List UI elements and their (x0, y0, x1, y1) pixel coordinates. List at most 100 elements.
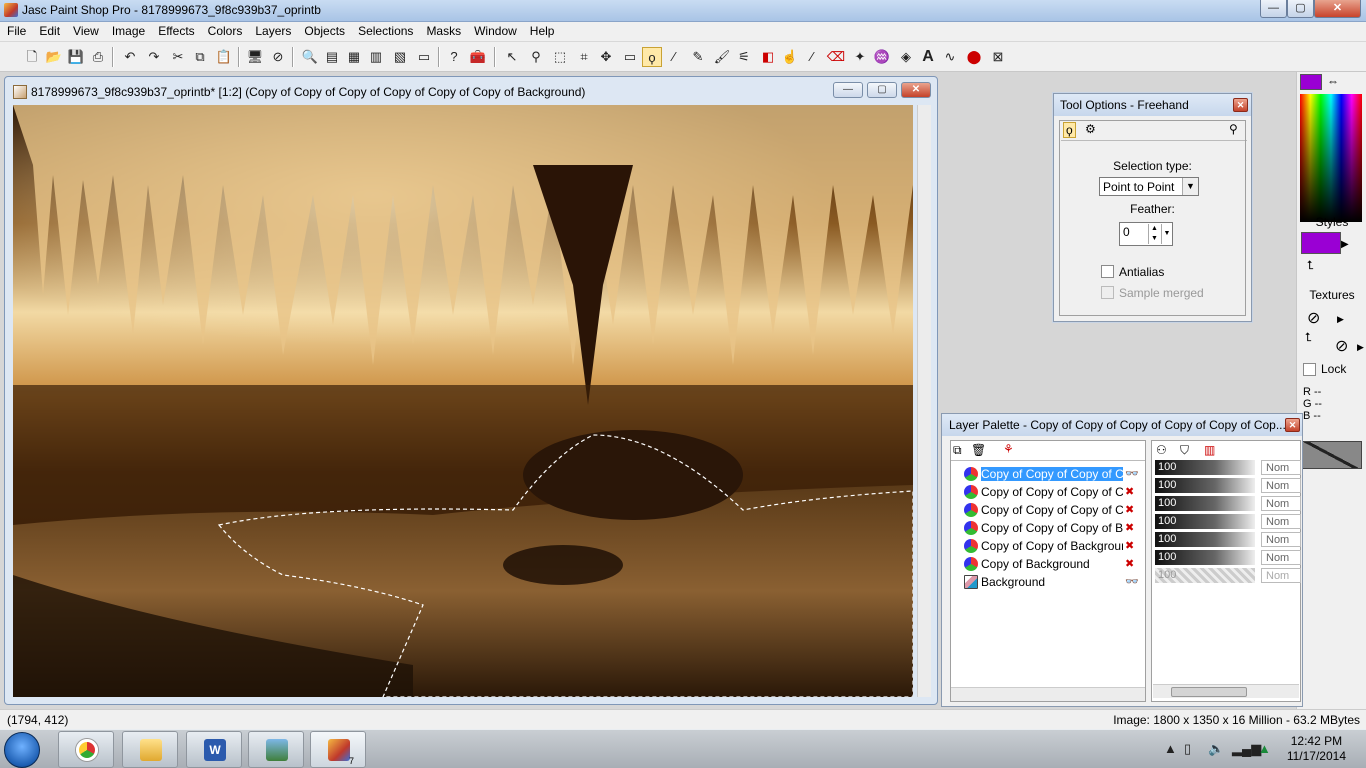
airbrush-icon[interactable]: ♒ (872, 47, 892, 67)
vertical-scrollbar[interactable] (917, 105, 931, 697)
draw-icon[interactable]: ∿ (940, 47, 960, 67)
maximize-button[interactable]: ▢ (1287, 0, 1314, 18)
histogram-icon[interactable]: ▥ (366, 47, 386, 67)
show-hidden-icons[interactable]: ▲ (1164, 741, 1177, 756)
opacity-row[interactable]: 100 Nom (1155, 495, 1301, 513)
cancel-icon[interactable]: ⊘ (268, 47, 288, 67)
tab-options-icon[interactable]: ⚙ (1085, 122, 1096, 136)
text-icon[interactable]: A (918, 47, 938, 67)
blend-mode[interactable]: Nom (1261, 514, 1301, 529)
crop-icon[interactable]: ⌗ (574, 47, 594, 67)
visibility-toggle-icon[interactable]: ⚇ (1156, 443, 1167, 457)
hidden-icon[interactable]: ✖ (1125, 485, 1134, 498)
explorer-taskbar-button[interactable] (122, 731, 178, 768)
volume-icon[interactable]: 🔈 (1208, 741, 1224, 757)
layers-icon[interactable]: ▧ (390, 47, 410, 67)
menu-colors[interactable]: Colors (201, 22, 249, 38)
toolbox-icon[interactable]: 🧰 (468, 47, 488, 67)
deform-icon[interactable]: ⬚ (550, 47, 570, 67)
opacity-row[interactable]: 100 Nom (1155, 531, 1301, 549)
opacity-slider[interactable]: 100 (1155, 514, 1255, 529)
print-icon[interactable]: ⎙ (88, 47, 108, 67)
open-icon[interactable]: 📂 (44, 47, 64, 67)
photo-viewer-taskbar-button[interactable] (248, 731, 304, 768)
magic-wand-icon[interactable]: ⁄ (664, 47, 684, 67)
scratch-remover-icon[interactable]: ⁄ (802, 47, 822, 67)
psp-taskbar-button[interactable]: 7 (310, 731, 366, 768)
doc-minimize-button[interactable]: — (833, 82, 863, 98)
image-canvas[interactable] (13, 105, 913, 697)
opacity-row[interactable]: 100 Nom (1155, 549, 1301, 567)
browse-icon[interactable]: 🖥 (245, 47, 265, 67)
antialias-checkbox[interactable] (1101, 265, 1114, 278)
copy-icon[interactable]: ⧉ (190, 47, 210, 67)
layer-row[interactable]: Copy of Copy of Background ✖ (951, 537, 1141, 555)
mask-toggle-icon[interactable]: ⛉ (1180, 443, 1189, 458)
preset-shapes-icon[interactable]: ⬤ (964, 47, 984, 67)
swap-styles-icon[interactable]: ⮤ (1307, 258, 1314, 273)
object-selector-icon[interactable]: ⊠ (988, 47, 1008, 67)
hidden-icon[interactable]: ✖ (1125, 557, 1134, 570)
blend-mode[interactable]: Nom (1261, 532, 1301, 547)
color-replacer-icon[interactable]: ◧ (758, 47, 778, 67)
picture-tube-icon[interactable]: ✦ (850, 47, 870, 67)
swap-textures-icon[interactable]: ⮤ (1305, 330, 1312, 345)
menu-edit[interactable]: Edit (32, 22, 66, 38)
menu-help[interactable]: Help (523, 22, 561, 38)
eraser-icon[interactable]: ⌫ (826, 47, 846, 67)
lock-checkbox[interactable] (1303, 363, 1316, 376)
close-button[interactable]: ✕ (1314, 0, 1361, 18)
texture-none-icon[interactable]: ⊘ (1307, 308, 1320, 328)
tool-options-close-button[interactable]: ✕ (1233, 98, 1248, 112)
feather-stepper[interactable]: 0 ▲ ▼ ▼ (1119, 222, 1173, 246)
layer-list-scrollbar[interactable] (951, 687, 1145, 701)
chrome-taskbar-button[interactable] (58, 731, 114, 768)
drive-icon[interactable]: ▲ (1258, 741, 1271, 756)
paste-icon[interactable]: 📋 (214, 47, 234, 67)
new-layer-icon[interactable]: ⧉ (953, 443, 962, 458)
menu-view[interactable]: View (66, 22, 105, 38)
help-icon[interactable]: ? (444, 47, 464, 67)
color-spectrum[interactable] (1300, 94, 1362, 222)
opacity-row[interactable]: 100 Nom (1155, 513, 1301, 531)
freehand-icon[interactable]: ϙ (642, 47, 662, 67)
save-icon[interactable]: 💾 (66, 47, 86, 67)
blend-mode[interactable]: Nom (1261, 478, 1301, 493)
spin-icon[interactable]: ▲ ▼ (1148, 224, 1160, 244)
selection-type-select[interactable]: Point to Point ▼ (1099, 177, 1199, 196)
layer-row[interactable]: Copy of Copy of Copy of Co...✖ (951, 483, 1141, 501)
layer-row[interactable]: Copy of Copy of Copy of Co...✖ (951, 501, 1141, 519)
menu-effects[interactable]: Effects (151, 22, 200, 38)
menu-file[interactable]: File (0, 22, 32, 38)
undo-icon[interactable]: ↶ (120, 47, 140, 67)
texture-none-icon-2[interactable]: ⊘ (1335, 336, 1348, 356)
menu-masks[interactable]: Masks (419, 22, 467, 38)
styles-arrow-icon[interactable]: ▶ (1341, 239, 1349, 250)
menu-layers[interactable]: Layers (248, 22, 297, 38)
hidden-icon[interactable]: ✖ (1125, 521, 1134, 534)
zoom-tool-icon[interactable]: ⚲ (526, 47, 546, 67)
word-taskbar-button[interactable]: W (186, 731, 242, 768)
doc-maximize-button[interactable]: ▢ (867, 82, 897, 98)
swap-colors-icon[interactable]: ⇔ (1327, 74, 1339, 88)
paint-brush-icon[interactable]: 🖌 (712, 47, 732, 67)
layer-palette-close-button[interactable]: ✕ (1285, 418, 1300, 432)
opacity-slider[interactable]: 100 (1155, 496, 1255, 511)
visibility-icon[interactable]: 👓 (1125, 575, 1139, 588)
opacity-row[interactable]: 100 Nom (1155, 477, 1301, 495)
retouch-icon[interactable]: ☝ (780, 47, 800, 67)
hidden-icon[interactable]: ✖ (1125, 539, 1134, 552)
arrow-tool-icon[interactable]: ↖ (502, 47, 522, 67)
doc-close-button[interactable]: ✕ (901, 82, 931, 98)
mask-icon[interactable]: ⚘ (1003, 442, 1014, 456)
link-icon[interactable]: ▥ (1204, 443, 1215, 457)
clone-icon[interactable]: ⚟ (734, 47, 754, 67)
layer-row[interactable]: Copy of Background ✖ (951, 555, 1141, 573)
minimize-button[interactable]: — (1260, 0, 1287, 18)
dropper-icon[interactable]: ✎ (688, 47, 708, 67)
opacity-slider[interactable]: 100 (1155, 532, 1255, 547)
layer-row[interactable]: Background 👓 (951, 573, 1141, 591)
clock[interactable]: 12:42 PM 11/17/2014 (1287, 734, 1346, 764)
layer-row[interactable]: Copy of Copy of Copy of Co...👓 (951, 465, 1141, 483)
network-icon[interactable]: ▂▄▆ (1232, 741, 1261, 757)
